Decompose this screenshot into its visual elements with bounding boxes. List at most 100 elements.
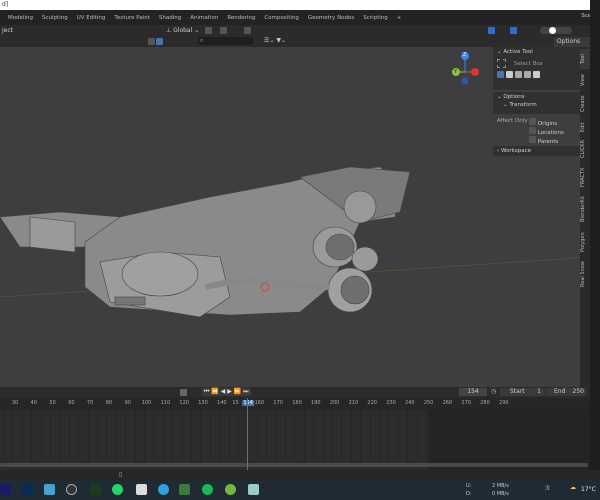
app-icon[interactable]: [179, 484, 190, 495]
timer-icon: ◷: [491, 388, 497, 395]
select-mode-icon[interactable]: [148, 38, 155, 45]
search-input[interactable]: ⌕: [198, 37, 253, 45]
tab-modeling[interactable]: Modeling: [8, 15, 33, 21]
tab-rendering[interactable]: Rendering: [227, 15, 255, 21]
download-speed: 0 MB/s: [492, 491, 509, 497]
playback-controls[interactable]: ⏮ ⏪ ◀ ▶ ⏩ ⏭: [202, 388, 251, 396]
select-box-label: Select Box: [514, 60, 543, 67]
locations-checkbox[interactable]: Locations: [529, 127, 564, 136]
tab-view[interactable]: View: [580, 71, 590, 89]
frame-tick: 80: [105, 400, 113, 406]
people-icon[interactable]: ℛ: [545, 485, 550, 492]
frame-tick: 140: [217, 400, 227, 406]
file-explorer-icon[interactable]: [44, 484, 55, 495]
upload-speed: 2 MB/s: [492, 483, 509, 489]
parents-checkbox[interactable]: Parents: [529, 136, 558, 145]
tab-sculpting[interactable]: Sculpting: [42, 15, 68, 21]
tab-uv-editing[interactable]: UV Editing: [77, 15, 106, 21]
frame-tick: 160: [254, 400, 265, 406]
selection-mode-buttons[interactable]: [497, 71, 576, 78]
select-box-icon[interactable]: [156, 38, 163, 45]
transform-header[interactable]: ⌄ Transform: [503, 102, 576, 108]
frame-tick: 70: [87, 400, 94, 406]
snap-icon[interactable]: [220, 27, 227, 34]
mode-menu[interactable]: ject: [2, 27, 13, 34]
end-value: 250: [572, 388, 584, 395]
options-header[interactable]: ⌄ Options: [497, 94, 576, 100]
frame-tick: 50: [49, 400, 56, 406]
tab-texture-paint[interactable]: Texture Paint: [114, 15, 150, 21]
tab-fractx[interactable]: FRACTX: [580, 165, 590, 189]
add-workspace-button[interactable]: +: [397, 15, 402, 21]
premiere-icon[interactable]: [0, 484, 11, 495]
tab-blenderkit[interactable]: BlenderKit: [580, 193, 590, 225]
affect-only-label: Affect Only: [497, 118, 528, 124]
navigation-gizmo[interactable]: Z Y: [452, 50, 492, 90]
notion-icon[interactable]: [136, 484, 147, 495]
end-label: End: [554, 388, 566, 395]
workspace-header[interactable]: › Workspace: [493, 146, 580, 156]
pivot-icon[interactable]: [205, 27, 212, 34]
select-box-icon[interactable]: [497, 59, 506, 68]
status-bar: ▯: [0, 470, 600, 480]
transform-label: Transform: [509, 102, 537, 108]
workspace-tabs: Modeling Sculpting UV Editing Texture Pa…: [0, 10, 600, 25]
proportional-icon[interactable]: [244, 27, 251, 34]
tab-geometry-nodes[interactable]: Geometry Nodes: [308, 15, 354, 21]
headset-app-icon[interactable]: [90, 484, 101, 495]
tab-polygon[interactable]: Polygon: [580, 229, 590, 255]
frame-tick: 220: [367, 400, 377, 406]
tab-scripting[interactable]: Scripting: [363, 15, 387, 21]
spotify-icon[interactable]: [202, 484, 213, 495]
origins-checkbox[interactable]: Origins: [529, 118, 557, 127]
tab-compositing[interactable]: Compositing: [264, 15, 298, 21]
current-frame-marker[interactable]: 154: [242, 400, 254, 406]
tab-shading[interactable]: Shading: [159, 15, 181, 21]
record-button[interactable]: [180, 389, 187, 396]
frame-tick: 30: [11, 400, 19, 406]
notepad-icon[interactable]: [248, 484, 259, 495]
frame-tick: 90: [124, 400, 131, 406]
start-frame-field[interactable]: Start 1: [500, 388, 545, 396]
tab-clickr[interactable]: CLICKR: [580, 137, 590, 161]
timeline-ruler[interactable]: 30 40 50 60 70 80 90 100 110 120 130 140 15 154 160 170…: [0, 398, 590, 410]
utorrent-icon[interactable]: [225, 484, 236, 495]
frame-tick: 290: [499, 400, 509, 406]
active-tool-header[interactable]: ⌄ Active Tool: [497, 49, 576, 55]
tab-animation[interactable]: Animation: [190, 15, 218, 21]
telegram-icon[interactable]: [158, 484, 169, 495]
overlay-toggle-icon[interactable]: [510, 27, 517, 34]
obs-icon[interactable]: [66, 484, 77, 495]
frame-tick: 40: [30, 400, 37, 406]
tab-create[interactable]: Create: [580, 93, 590, 115]
weather-icon[interactable]: ☁: [570, 484, 576, 491]
filter-icon[interactable]: ☰⌄ ▼⌄: [264, 37, 286, 44]
frame-tick: 210: [348, 400, 359, 406]
shading-modes[interactable]: [540, 27, 572, 34]
end-frame-field[interactable]: End 250: [546, 388, 586, 396]
frame-tick: 260: [442, 400, 453, 406]
frame-tick: 190: [311, 400, 321, 406]
playhead[interactable]: [247, 398, 248, 470]
whatsapp-icon[interactable]: [112, 484, 123, 495]
tab-edit[interactable]: Edit: [580, 119, 590, 135]
tab-tool[interactable]: Tool: [580, 49, 590, 69]
orientation-dropdown[interactable]: ⊥ Global ⌄: [166, 27, 199, 34]
properties-editor-strip[interactable]: [590, 0, 600, 480]
frame-tick: 200: [329, 400, 340, 406]
frame-tick: 280: [480, 400, 490, 406]
timeline-tracks[interactable]: [0, 410, 590, 470]
gizmo-toggle-icon[interactable]: [488, 27, 495, 34]
sidebar-panel: ⌄ Active Tool Select Box ⌄ Options ⌄ Tra…: [493, 47, 580, 167]
viewport-header: ject ⊥ Global ⌄: [0, 25, 590, 36]
tab-real-snow[interactable]: Real Snow: [580, 259, 590, 289]
y-axis-label: Y: [454, 69, 458, 75]
start-value: 1: [537, 388, 541, 395]
current-frame-field[interactable]: 154: [459, 388, 487, 396]
upload-label: U:: [466, 483, 472, 489]
photoshop-icon[interactable]: [22, 484, 33, 495]
frame-tick: 250: [423, 400, 434, 406]
frame-tick: 15: [232, 400, 239, 406]
timeline-scrollbar[interactable]: [0, 463, 588, 467]
temperature: 17°C: [581, 486, 596, 493]
